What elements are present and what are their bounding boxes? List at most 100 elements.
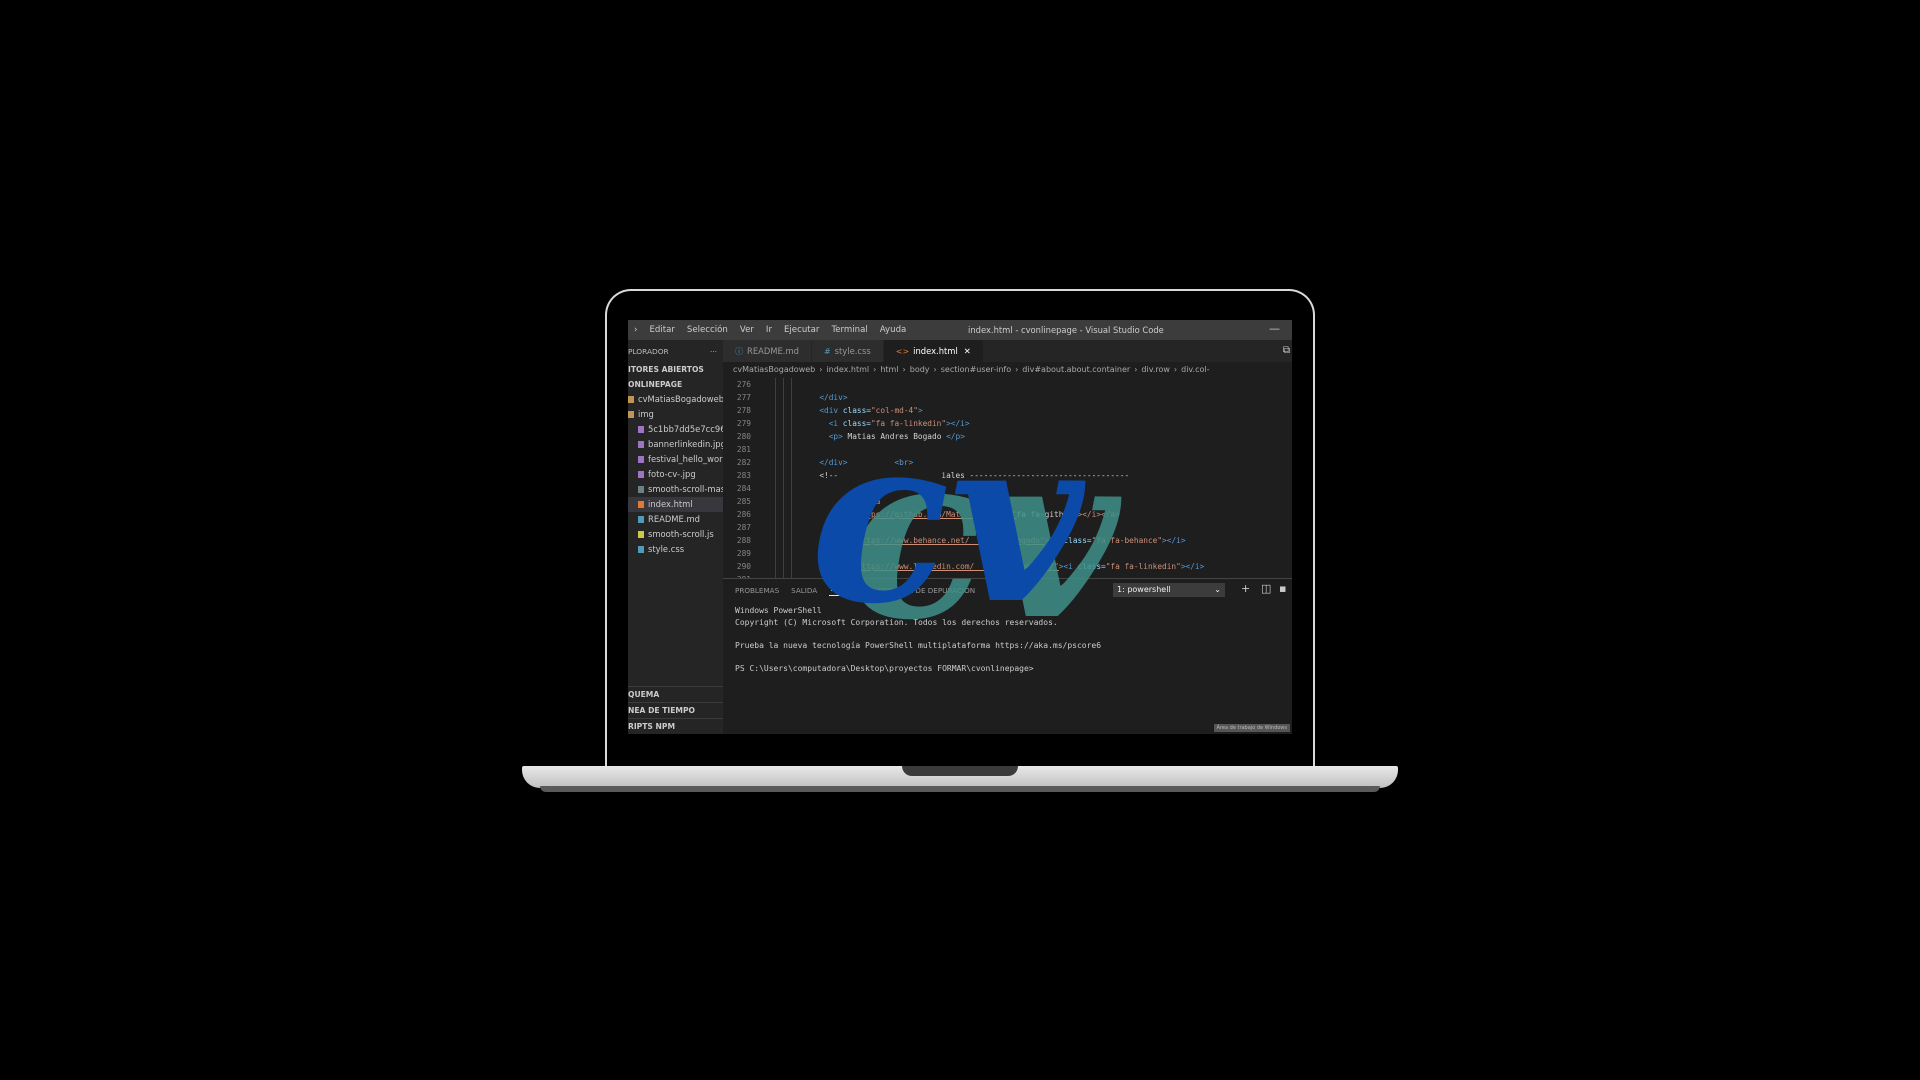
file-tree-label: cvMatiasBogadoweb (638, 394, 723, 404)
file-tree-item[interactable]: img (628, 407, 723, 422)
file-tree-item[interactable]: index.html (628, 497, 723, 512)
cv-logo: cv cv (810, 420, 1122, 640)
laptop-notch (902, 766, 1018, 776)
file-tree-label: style.css (648, 544, 685, 554)
code-tag: </i (1166, 536, 1181, 545)
file-tree-label: festival_hello_worl... (648, 454, 723, 464)
file-tree-label: 5c1bb7dd5e7cc96... (648, 424, 723, 434)
line-number: 278 (736, 406, 751, 415)
file-tree-item[interactable]: cvMatiasBogadoweb (628, 392, 723, 407)
cv-logo-text: cv (810, 420, 1086, 640)
tab-label: README.md (747, 346, 799, 356)
breadcrumb-item[interactable]: index.html (826, 365, 869, 374)
file-type-icon: <> (895, 347, 910, 356)
folder-icon (628, 411, 634, 418)
sidebar-bottom-sections: QUEMA NEA DE TIEMPO RIPTS NPM (628, 686, 723, 734)
html-icon (638, 501, 644, 508)
explorer-label: PLORADOR (628, 346, 669, 356)
indent-guide (791, 378, 792, 578)
breadcrumb-item[interactable]: div#about.about.container (1022, 365, 1130, 374)
line-number: 283 (736, 471, 751, 480)
file-tree-item[interactable]: festival_hello_worl... (628, 452, 723, 467)
code-tag: > (1180, 536, 1186, 545)
window-title: index.html - cvonlinepage - Visual Studi… (968, 325, 1164, 335)
tab-style-css[interactable]: # style.css (811, 340, 883, 362)
code-line[interactable]: 278 <div class="col-md-4"> (723, 404, 1292, 417)
file-tree-item[interactable]: smooth-scroll.js (628, 527, 723, 542)
minimize-icon[interactable]: — (1269, 322, 1280, 335)
code-tag: > (842, 393, 848, 402)
tab-readme-md[interactable]: ⓘ README.md (723, 340, 811, 362)
project-section[interactable]: ONLINEPAGE (628, 377, 723, 392)
folder-icon (628, 396, 634, 403)
chevron-right-icon: › (1015, 365, 1019, 374)
windows-watermark: Área de trabajo de Windows (1213, 724, 1290, 732)
line-number: 281 (736, 445, 751, 454)
file-tree-label: bannerlinkedin.jpg (648, 439, 723, 449)
new-terminal-icon[interactable]: + (1241, 582, 1250, 595)
file-tree-item[interactable]: smooth-scroll-mas... (628, 482, 723, 497)
md-icon (638, 516, 644, 523)
menu-terminal[interactable]: Terminal (825, 325, 873, 335)
menu-ejecutar[interactable]: Ejecutar (778, 325, 825, 335)
breadcrumb-item[interactable]: div.col- (1181, 365, 1209, 374)
line-number: 280 (736, 432, 751, 441)
breadcrumb-item[interactable]: cvMatiasBogadoweb (733, 365, 815, 374)
timeline-section[interactable]: NEA DE TIEMPO (628, 702, 723, 718)
menu-editar[interactable]: Editar (643, 325, 680, 335)
breadcrumb-item[interactable]: html (880, 365, 898, 374)
breadcrumb-item[interactable]: body (910, 365, 930, 374)
code-tag: </i (1185, 562, 1200, 571)
trash-icon[interactable]: ▪ (1279, 582, 1286, 595)
terminal-line: Prueba la nueva tecnología PowerShell mu… (735, 640, 1102, 650)
panel-tab-problemas[interactable]: PROBLEMAS (735, 586, 779, 595)
file-tree-label: README.md (648, 514, 700, 524)
menu-seleccion[interactable]: Selección (681, 325, 734, 335)
menu-ver[interactable]: Ver (734, 325, 760, 335)
css-icon (638, 546, 644, 553)
file-tree-label: index.html (648, 499, 693, 509)
image-icon (638, 456, 644, 463)
code-tag: </div (819, 393, 843, 402)
code-line[interactable]: 276 (723, 378, 1292, 391)
breadcrumb-item[interactable]: div.row (1141, 365, 1170, 374)
code-tag: > (1199, 562, 1205, 571)
title-bar: › Editar Selección Ver Ir Ejecutar Termi… (628, 320, 1292, 340)
line-number: 290 (736, 562, 751, 571)
code-line[interactable]: 277 </div> (723, 391, 1292, 404)
more-actions-icon[interactable]: ··· (710, 347, 717, 356)
file-tree-label: foto-cv-.jpg (648, 469, 696, 479)
line-number: 277 (736, 393, 751, 402)
split-editor-icon[interactable]: ⧉ (1283, 345, 1290, 356)
menu-ayuda[interactable]: Ayuda (874, 325, 913, 335)
close-icon[interactable]: ✕ (964, 346, 971, 356)
breadcrumb-item[interactable]: section#user-info (941, 365, 1011, 374)
laptop-shadow (540, 786, 1380, 792)
file-tree-label: img (638, 409, 654, 419)
menu-arrow[interactable]: › (628, 325, 643, 335)
line-number: 279 (736, 419, 751, 428)
npm-scripts-section[interactable]: RIPTS NPM (628, 718, 723, 734)
file-tree-label: smooth-scroll-mas... (648, 484, 723, 494)
outline-section[interactable]: QUEMA (628, 686, 723, 702)
file-tree-item[interactable]: 5c1bb7dd5e7cc96... (628, 422, 723, 437)
breadcrumb: cvMatiasBogadoweb › index.html › html › body › s… (723, 362, 1292, 378)
line-number: 289 (736, 549, 751, 558)
line-number: 276 (736, 380, 751, 389)
line-number: 282 (736, 458, 751, 467)
line-number: 288 (736, 536, 751, 545)
file-tree-item[interactable]: bannerlinkedin.jpg (628, 437, 723, 452)
chevron-right-icon: › (819, 365, 823, 374)
file-tree-item[interactable]: style.css (628, 542, 723, 557)
file-icon (638, 486, 644, 493)
file-tree-item[interactable]: foto-cv-.jpg (628, 467, 723, 482)
indent-guide (775, 378, 776, 578)
open-editors-section[interactable]: ITORES ABIERTOS (628, 362, 723, 377)
split-terminal-icon[interactable]: ◫ (1261, 582, 1271, 595)
file-tree-label: smooth-scroll.js (648, 529, 714, 539)
file-tree-item[interactable]: README.md (628, 512, 723, 527)
code-tag: > (917, 406, 923, 415)
tab-index-html[interactable]: <> index.html ✕ (883, 340, 983, 362)
menu-ir[interactable]: Ir (760, 325, 778, 335)
tab-label: style.css (834, 346, 871, 356)
